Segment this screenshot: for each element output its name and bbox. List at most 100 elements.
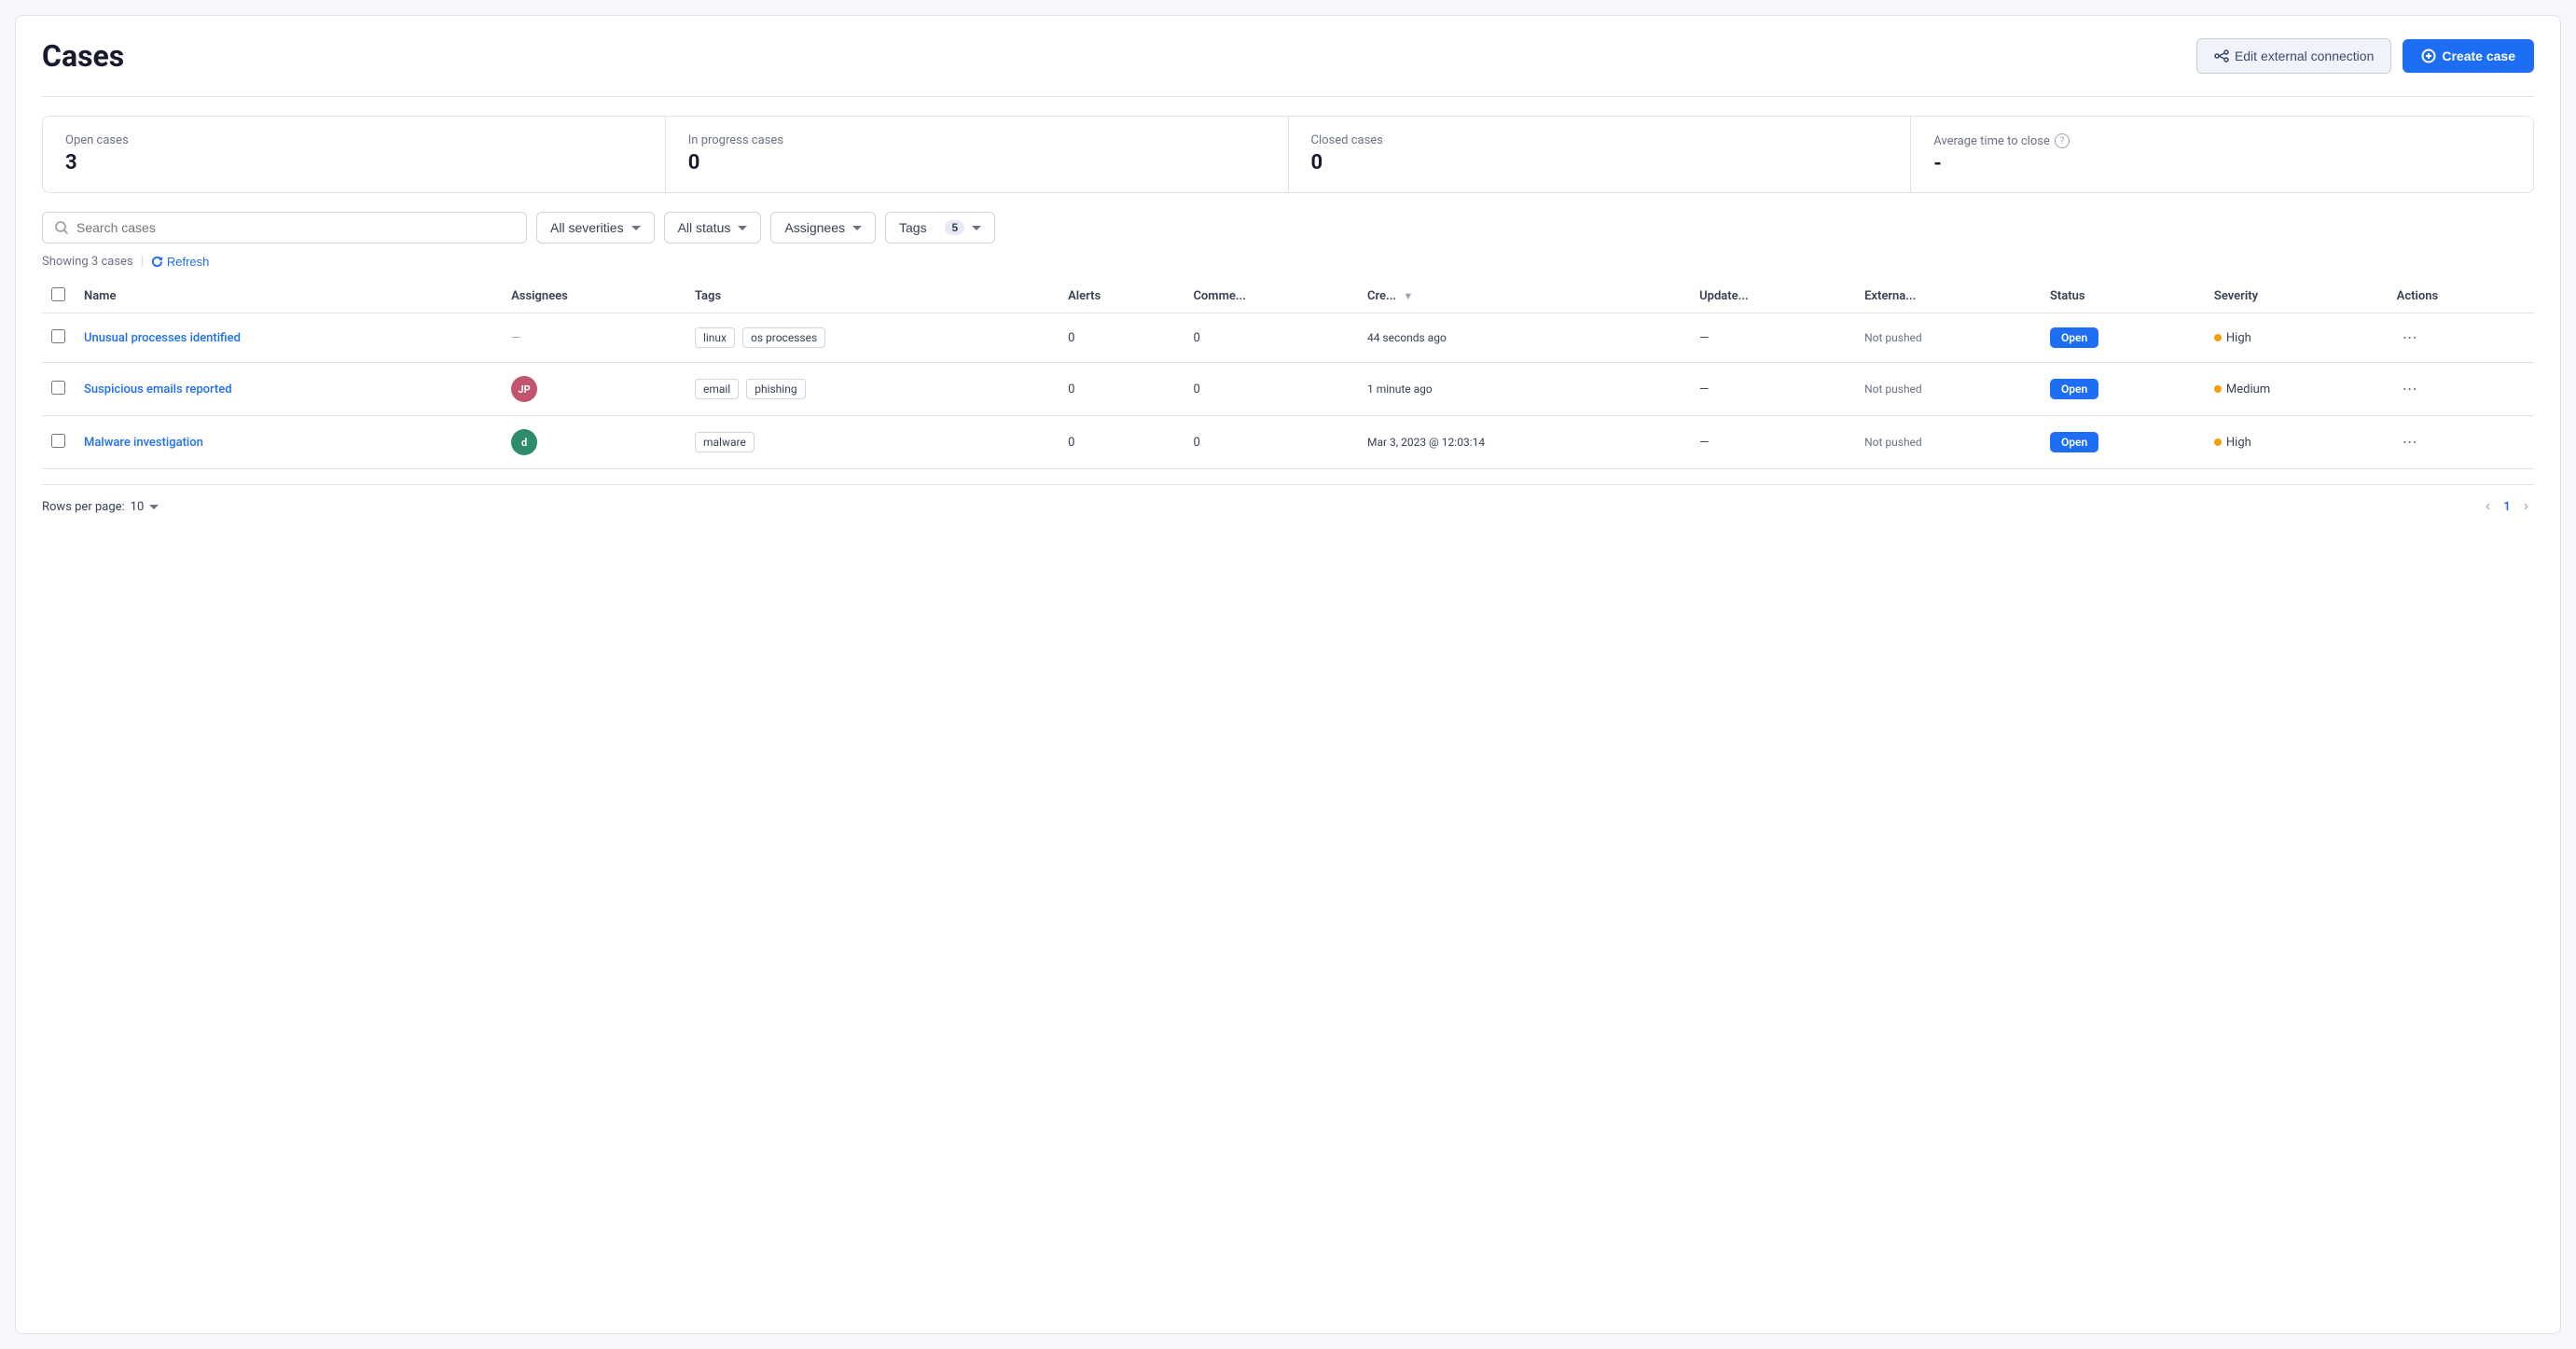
header-divider	[42, 96, 2534, 97]
tags-cell: linux os processes	[686, 313, 1059, 363]
header-actions: Edit external connection Create case	[2196, 38, 2534, 74]
tags-column-header: Tags	[686, 280, 1059, 313]
avg-close-info-icon[interactable]: ?	[2055, 133, 2070, 148]
table-header: Name Assignees Tags Alerts Comme... Cre.…	[42, 280, 2534, 313]
refresh-icon	[151, 256, 163, 268]
updated-cell: —	[1690, 313, 1855, 363]
actions-cell[interactable]: ⋯	[2388, 363, 2534, 416]
status-chevron-icon	[738, 226, 747, 230]
tags-filter-label: Tags	[899, 220, 927, 235]
in-progress-value: 0	[688, 151, 1266, 174]
tag-badge: os processes	[742, 327, 825, 348]
rows-per-page-label: Rows per page:	[42, 500, 125, 514]
status-column-header: Status	[2041, 280, 2205, 313]
rows-per-page[interactable]: Rows per page: 10	[42, 500, 159, 514]
comments-cell: 0	[1184, 416, 1358, 469]
page-title: Cases	[42, 38, 124, 74]
search-container[interactable]	[42, 212, 527, 243]
assignee-cell: d	[502, 416, 686, 469]
severity-cell: High	[2205, 416, 2388, 469]
external-column-header: Externa...	[1855, 280, 2041, 313]
create-case-label: Create case	[2442, 49, 2515, 63]
page-header: Cases Edit external connection Cre	[42, 38, 2534, 74]
updated-cell: —	[1690, 363, 1855, 416]
severity-cell: High	[2205, 313, 2388, 363]
status-cell: Open	[2041, 313, 2205, 363]
edit-connection-button[interactable]: Edit external connection	[2196, 38, 2391, 74]
tag-badge: malware	[695, 432, 755, 452]
actions-cell[interactable]: ⋯	[2388, 416, 2534, 469]
open-cases-value: 3	[65, 151, 643, 174]
select-all-header[interactable]	[42, 280, 75, 313]
search-icon	[54, 220, 69, 235]
severity-dot	[2214, 438, 2222, 446]
in-progress-label: In progress cases	[688, 133, 1266, 147]
external-cell: Not pushed	[1855, 416, 2041, 469]
connection-icon	[2214, 49, 2229, 63]
created-column-header[interactable]: Cre... ▼	[1358, 280, 1690, 313]
rows-per-page-chevron-icon	[149, 505, 159, 509]
cases-table: Name Assignees Tags Alerts Comme... Cre.…	[42, 280, 2534, 469]
row-checkbox[interactable]	[51, 381, 65, 395]
external-cell: Not pushed	[1855, 313, 2041, 363]
alerts-cell: 0	[1059, 416, 1184, 469]
case-link[interactable]: Malware investigation	[84, 436, 203, 450]
case-link[interactable]: Unusual processes identified	[84, 331, 241, 345]
separator: |	[141, 255, 144, 269]
severity-cell: Medium	[2205, 363, 2388, 416]
showing-count: Showing 3 cases	[42, 255, 133, 269]
current-page: 1	[2503, 500, 2510, 514]
row-actions-button[interactable]: ⋯	[2397, 327, 2423, 349]
tags-cell: emailphishing	[686, 363, 1059, 416]
row-checkbox-cell[interactable]	[42, 416, 75, 469]
severity-chevron-icon	[631, 226, 641, 230]
stats-row: Open cases 3 In progress cases 0 Closed …	[42, 116, 2534, 193]
next-page-button[interactable]: ›	[2518, 496, 2534, 517]
status-badge: Open	[2050, 327, 2098, 348]
case-link[interactable]: Suspicious emails reported	[84, 382, 232, 396]
avg-close-label: Average time to close ?	[1933, 133, 2511, 148]
open-cases-label: Open cases	[65, 133, 643, 147]
cases-tbody: Unusual processes identified — linux os pro…	[42, 313, 2534, 469]
actions-column-header: Actions	[2388, 280, 2534, 313]
tag-badge: linux	[695, 327, 735, 348]
alerts-column-header: Alerts	[1059, 280, 1184, 313]
row-checkbox-cell[interactable]	[42, 363, 75, 416]
severity-label: High	[2226, 331, 2251, 345]
external-cell: Not pushed	[1855, 363, 2041, 416]
search-input[interactable]	[76, 220, 515, 235]
row-checkbox[interactable]	[51, 329, 65, 343]
plus-circle-icon	[2421, 49, 2436, 63]
assignees-chevron-icon	[852, 226, 862, 230]
in-progress-stat: In progress cases 0	[666, 117, 1289, 192]
tags-filter-button[interactable]: Tags 5	[885, 212, 995, 243]
row-actions-button[interactable]: ⋯	[2397, 378, 2423, 400]
avg-close-stat: Average time to close ? -	[1911, 117, 2533, 192]
assignees-filter-button[interactable]: Assignees	[770, 212, 876, 243]
status-badge: Open	[2050, 432, 2098, 452]
row-checkbox[interactable]	[51, 434, 65, 448]
severity-filter-button[interactable]: All severities	[536, 212, 655, 243]
assignees-column-header: Assignees	[502, 280, 686, 313]
case-name-cell: Unusual processes identified	[75, 313, 502, 363]
table-row: Unusual processes identified — linux os pro…	[42, 313, 2534, 363]
status-filter-button[interactable]: All status	[664, 212, 762, 243]
row-actions-button[interactable]: ⋯	[2397, 431, 2423, 453]
create-case-button[interactable]: Create case	[2403, 39, 2534, 73]
avatar: d	[511, 429, 537, 455]
prev-page-button[interactable]: ‹	[2480, 496, 2496, 517]
closed-cases-stat: Closed cases 0	[1289, 117, 1912, 192]
row-checkbox-cell[interactable]	[42, 313, 75, 363]
status-filter-label: All status	[678, 220, 731, 235]
severity-label: High	[2226, 436, 2251, 450]
actions-cell[interactable]: ⋯	[2388, 313, 2534, 363]
comments-cell: 0	[1184, 363, 1358, 416]
rows-per-page-value: 10	[131, 500, 145, 514]
updated-cell: —	[1690, 416, 1855, 469]
select-all-checkbox[interactable]	[51, 287, 65, 301]
refresh-button[interactable]: Refresh	[151, 255, 210, 269]
filter-row: All severities All status Assignees Tags…	[42, 212, 2534, 243]
severity-column-header: Severity	[2205, 280, 2388, 313]
tags-count-badge: 5	[945, 220, 964, 235]
closed-cases-label: Closed cases	[1311, 133, 1889, 147]
